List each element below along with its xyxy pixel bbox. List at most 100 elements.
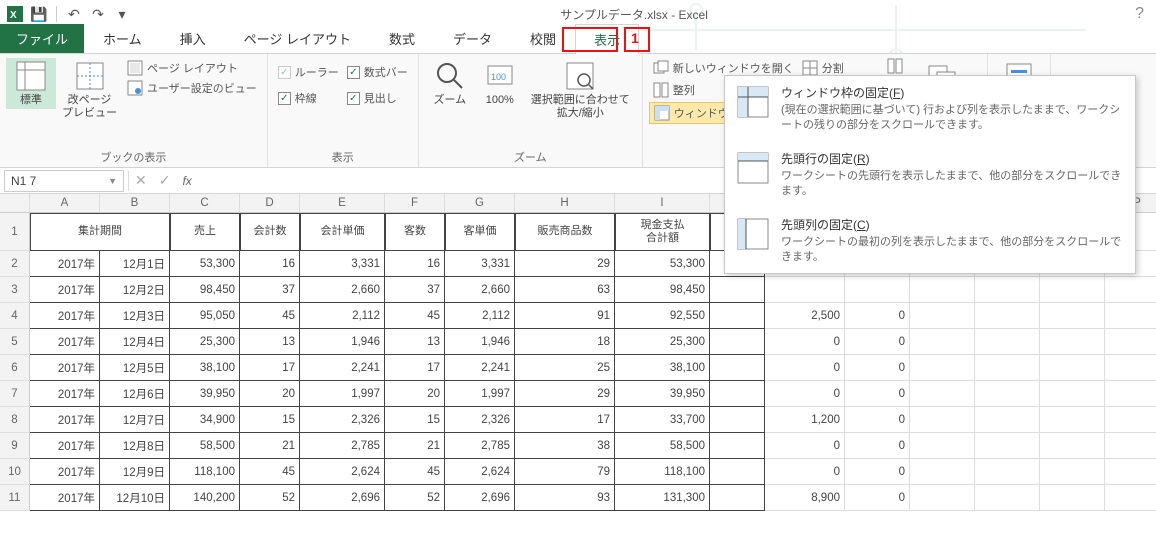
cell-items[interactable]: 18 — [515, 329, 615, 355]
cell-avg-guest[interactable]: 2,785 — [445, 433, 515, 459]
cell-k[interactable]: 8,900 — [765, 485, 845, 511]
tab-home[interactable]: ホーム — [84, 23, 161, 53]
cell-sales[interactable]: 140,200 — [170, 485, 240, 511]
cell-items[interactable]: 79 — [515, 459, 615, 485]
empty-cell[interactable] — [910, 485, 975, 511]
cell-receipts[interactable]: 20 — [240, 381, 300, 407]
empty-cell[interactable] — [975, 407, 1040, 433]
cell-items[interactable]: 29 — [515, 381, 615, 407]
cell-cash[interactable]: 58,500 — [615, 433, 710, 459]
empty-cell[interactable] — [1040, 381, 1105, 407]
cell-cash[interactable]: 92,550 — [615, 303, 710, 329]
cell-sales[interactable]: 98,450 — [170, 277, 240, 303]
cell-l[interactable]: 0 — [845, 433, 910, 459]
cell-date[interactable]: 12月5日 — [100, 355, 170, 381]
empty-cell[interactable] — [1105, 381, 1156, 407]
column-header[interactable]: E — [300, 194, 385, 213]
cell-sales[interactable]: 38,100 — [170, 355, 240, 381]
cell-year[interactable]: 2017年 — [30, 407, 100, 433]
column-header[interactable]: B — [100, 194, 170, 213]
column-header[interactable]: F — [385, 194, 445, 213]
freeze-first-col-option[interactable]: 先頭列の固定(C) ワークシートの最初の列を表示したままで、他の部分をスクロール… — [725, 208, 1135, 274]
column-header[interactable]: A — [30, 194, 100, 213]
empty-cell[interactable] — [975, 329, 1040, 355]
cell-date[interactable]: 12月3日 — [100, 303, 170, 329]
cell-avg-receipt[interactable]: 1,946 — [300, 329, 385, 355]
undo-button[interactable]: ↶ — [63, 3, 85, 25]
row-header[interactable]: 11 — [0, 485, 30, 511]
empty-cell[interactable] — [1040, 485, 1105, 511]
empty-cell[interactable] — [975, 485, 1040, 511]
cell-sales[interactable]: 95,050 — [170, 303, 240, 329]
cell-date[interactable]: 12月7日 — [100, 407, 170, 433]
cell-avg-receipt[interactable]: 2,660 — [300, 277, 385, 303]
view-side-icon[interactable] — [887, 58, 903, 74]
tab-formulas[interactable]: 数式 — [370, 23, 434, 53]
empty-cell[interactable] — [910, 277, 975, 303]
empty-cell[interactable] — [1040, 303, 1105, 329]
row-header[interactable]: 2 — [0, 251, 30, 277]
table-header[interactable]: 会計単価 — [300, 213, 385, 251]
table-header[interactable]: 客単価 — [445, 213, 515, 251]
empty-cell[interactable] — [910, 459, 975, 485]
zoom-100-button[interactable]: 100 100% — [475, 58, 525, 109]
cell-guests[interactable]: 37 — [385, 277, 445, 303]
redo-button[interactable]: ↷ — [87, 3, 109, 25]
cell-cash[interactable]: 118,100 — [615, 459, 710, 485]
cell-l[interactable] — [845, 277, 910, 303]
enter-formula-button[interactable]: ✓ — [153, 172, 177, 189]
cell-l[interactable]: 0 — [845, 329, 910, 355]
cell-avg-receipt[interactable]: 2,112 — [300, 303, 385, 329]
empty-cell[interactable] — [975, 381, 1040, 407]
gridlines-checkbox[interactable]: ✓枠線 — [274, 88, 343, 108]
cell-avg-receipt[interactable]: 2,241 — [300, 355, 385, 381]
cell-avg-receipt[interactable]: 2,785 — [300, 433, 385, 459]
cell-items[interactable]: 91 — [515, 303, 615, 329]
zoom-button[interactable]: ズーム — [425, 58, 475, 109]
cell-l[interactable]: 0 — [845, 303, 910, 329]
cell-k[interactable]: 0 — [765, 433, 845, 459]
cell-sales[interactable]: 118,100 — [170, 459, 240, 485]
row-header[interactable]: 5 — [0, 329, 30, 355]
empty-cell[interactable] — [910, 355, 975, 381]
cell-date[interactable]: 12月2日 — [100, 277, 170, 303]
headings-checkbox[interactable]: ✓見出し — [343, 88, 412, 108]
cell-year[interactable]: 2017年 — [30, 459, 100, 485]
empty-cell[interactable] — [975, 433, 1040, 459]
cell-receipts[interactable]: 15 — [240, 407, 300, 433]
cell-items[interactable]: 29 — [515, 251, 615, 277]
cell-avg-receipt[interactable]: 3,331 — [300, 251, 385, 277]
cell-receipts[interactable]: 21 — [240, 433, 300, 459]
tab-insert[interactable]: 挿入 — [161, 23, 225, 53]
cell-year[interactable]: 2017年 — [30, 303, 100, 329]
cell-avg-receipt[interactable]: 2,696 — [300, 485, 385, 511]
cell-guests[interactable]: 52 — [385, 485, 445, 511]
cell-date[interactable]: 12月4日 — [100, 329, 170, 355]
cell-l[interactable]: 0 — [845, 381, 910, 407]
cell-receipts[interactable]: 37 — [240, 277, 300, 303]
save-button[interactable]: 💾 — [28, 3, 50, 25]
row-header[interactable]: 1 — [0, 213, 30, 251]
zoom-selection-button[interactable]: 選択範囲に合わせて 拡大/縮小 — [525, 58, 636, 122]
cell-k[interactable]: 0 — [765, 329, 845, 355]
cell-l[interactable]: 0 — [845, 459, 910, 485]
cell-date[interactable]: 12月10日 — [100, 485, 170, 511]
cell-cash[interactable]: 33,700 — [615, 407, 710, 433]
cell-k[interactable]: 0 — [765, 459, 845, 485]
freeze-panes-option[interactable]: ウィンドウ枠の固定(F) (現在の選択範囲に基づいて) 行および列を表示したまま… — [725, 76, 1135, 142]
cell-sales[interactable]: 34,900 — [170, 407, 240, 433]
cell-j[interactable] — [710, 485, 765, 511]
cell-date[interactable]: 12月6日 — [100, 381, 170, 407]
cell-sales[interactable]: 58,500 — [170, 433, 240, 459]
empty-cell[interactable] — [1040, 329, 1105, 355]
tab-review[interactable]: 校閲 — [511, 23, 575, 53]
table-header[interactable]: 集計期間 — [30, 213, 170, 251]
cell-avg-guest[interactable]: 1,997 — [445, 381, 515, 407]
column-header[interactable]: I — [615, 194, 710, 213]
column-header[interactable]: G — [445, 194, 515, 213]
cell-avg-guest[interactable]: 1,946 — [445, 329, 515, 355]
cell-avg-receipt[interactable]: 2,624 — [300, 459, 385, 485]
cell-sales[interactable]: 39,950 — [170, 381, 240, 407]
cell-receipts[interactable]: 45 — [240, 303, 300, 329]
cell-items[interactable]: 25 — [515, 355, 615, 381]
